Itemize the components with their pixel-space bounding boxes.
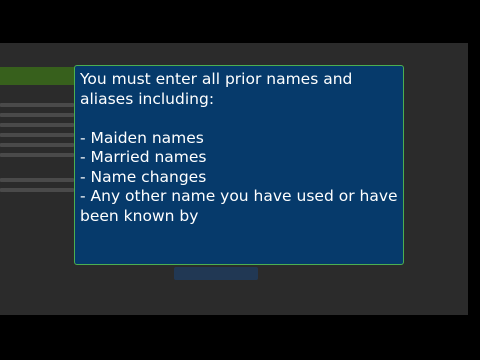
modal-intro-text: You must enter all prior names and alias… [80,70,353,108]
modal-spacer [80,109,398,129]
list-item-married-names: - Married names [80,148,207,166]
background-text-line [0,153,74,157]
background-text-line [0,188,74,192]
alias-info-modal: You must enter all prior names and alias… [74,65,404,265]
background-text-line [0,178,74,182]
background-text-line [0,113,74,117]
background-text-line [0,143,74,147]
list-item-name-changes: - Name changes [80,167,207,186]
list-item-maiden-names: - Maiden names [80,128,204,147]
alias-type-list: - Maiden names - Married names - Name ch… [80,129,398,227]
list-item-other-names: - Any other name you have used or have b… [80,187,398,225]
background-header-bar [0,67,74,85]
background-continue-button [174,267,258,280]
background-text-line [0,133,74,137]
background-text-line [0,103,74,107]
background-text-line [0,123,74,127]
